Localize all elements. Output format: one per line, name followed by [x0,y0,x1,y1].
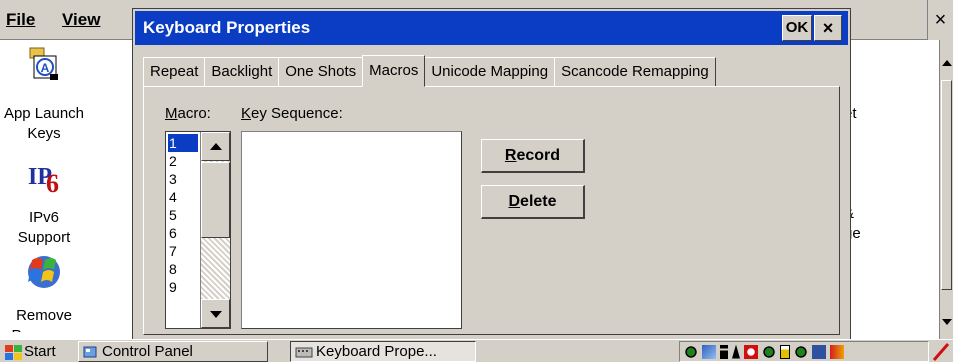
key-sequence-label: Key Sequence: [241,105,343,122]
start-button[interactable]: Start [2,341,60,362]
remove-programs-label: Remove Programs [11,307,76,332]
macro-list-scrollbar[interactable] [200,132,230,328]
battery-icon[interactable] [780,344,790,359]
arrow-down-icon [210,311,222,318]
macro-list-item[interactable]: 3 [168,170,198,188]
keyboard-state-icon[interactable] [812,344,826,359]
app-launch-keys-item[interactable]: A App Launch Keys [0,46,94,144]
tab-macros[interactable]: Macros [362,55,426,87]
record-button-label: ecord [516,147,561,164]
taskbar: Start Control Panel Keyboard Prope... [0,339,953,362]
taskbar-keyboard-properties[interactable]: Keyboard Prope... [290,341,476,362]
taskbar-control-panel[interactable]: Control Panel [78,341,268,362]
record-button[interactable]: Record [481,139,585,173]
menu-file-label: File [6,10,36,29]
control-panel-icon [83,346,97,357]
macro-scroll-thumb[interactable] [201,162,230,238]
tab-strip: Repeat Backlight One Shots Macros Unicod… [143,55,716,87]
key-sequence-field[interactable] [241,131,462,329]
ipv6-support-label: IPv6 Support [17,209,71,246]
tab-backlight[interactable]: Backlight [204,57,280,87]
network-icon[interactable] [762,344,776,359]
macro-scroll-down-button[interactable] [201,299,230,328]
delete-button[interactable]: Delete [481,185,585,219]
dialog-title: Keyboard Properties [143,18,311,37]
record-button-mnemonic: R [504,147,517,164]
macro-label: Macro: [165,105,211,122]
macro-scroll-up-button[interactable] [201,132,230,161]
tab-unicode-mapping[interactable]: Unicode Mapping [424,57,556,87]
macro-label-text: acro: [177,105,211,122]
keyboard-properties-dialog: Keyboard Properties OK × Repeat Backligh… [132,8,851,341]
macro-list-item[interactable]: 2 [168,152,198,170]
app-launch-icon: A [29,47,58,80]
macro-list-item[interactable]: 1 [167,133,199,153]
macro-list-item[interactable]: 9 [168,278,198,296]
windows-logo-icon [4,344,22,360]
connection-icon[interactable] [702,344,716,359]
svg-text:A: A [41,61,50,75]
macro-list-item[interactable]: 5 [168,206,198,224]
macro-list-item[interactable]: 7 [168,242,198,260]
scroll-thumb[interactable] [941,80,952,290]
menu-view-label: View [62,10,101,29]
tab-repeat[interactable]: Repeat [143,57,206,87]
pen-input-icon[interactable] [931,341,951,362]
svg-text:6: 6 [46,169,59,196]
remove-programs-item[interactable]: Remove Programs [0,250,94,332]
signal-icon[interactable] [732,344,740,359]
control-panel-scrollbar[interactable] [939,40,953,339]
menu-view[interactable]: View [62,10,100,30]
keyboard-icon [295,347,313,357]
macro-list-item[interactable]: 6 [168,224,198,242]
macro-label-mnemonic: M [165,105,178,122]
taskbar-control-panel-label: Control Panel [102,343,193,360]
menu-file[interactable]: File [6,10,35,30]
windows-flag-icon [28,256,60,288]
ipv6-icon: IP 6 [28,164,59,196]
key-sequence-label-text: ey Sequence: [251,105,343,122]
macro-list-item[interactable]: 4 [168,188,198,206]
control-panel-close-button[interactable]: × [927,0,953,40]
scroll-up-arrow-icon[interactable] [942,60,952,66]
ok-button[interactable]: OK [782,15,812,41]
delete-button-mnemonic: D [508,193,521,210]
network-icon[interactable] [794,344,808,359]
taskbar-keyboard-properties-label: Keyboard Prope... [316,343,437,360]
dialog-title-bar: Keyboard Properties OK × [135,11,848,45]
system-tray [679,341,929,362]
app-launch-keys-label: App Launch Keys [3,105,85,142]
start-label: Start [24,343,56,360]
key-sequence-label-mnemonic: K [241,105,252,122]
charge-icon[interactable] [830,344,844,359]
arrow-up-icon [210,143,222,150]
no-connection-icon[interactable] [744,344,758,359]
ipv6-support-item[interactable]: IP 6 IPv6 Support [0,158,94,248]
scroll-down-arrow-icon[interactable] [942,319,952,325]
info-icon[interactable] [720,344,728,359]
tab-scancode-remapping[interactable]: Scancode Remapping [554,57,716,87]
macro-list-item[interactable]: 8 [168,260,198,278]
delete-button-label: elete [520,193,557,210]
dialog-close-button[interactable]: × [814,15,842,41]
macro-listbox[interactable]: 1 2 3 4 5 6 7 8 9 [165,131,231,329]
network-icon[interactable] [684,344,698,359]
tab-one-shots[interactable]: One Shots [278,57,364,87]
